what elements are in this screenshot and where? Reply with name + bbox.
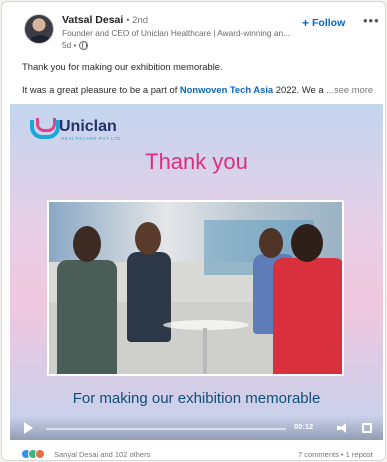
video-time: 00:12 — [294, 422, 314, 431]
love-icon — [35, 449, 45, 459]
plus-icon: + — [302, 16, 310, 30]
person-right-blue-head — [259, 228, 283, 258]
volume-icon[interactable] — [337, 423, 349, 433]
follow-label: Follow — [312, 17, 346, 29]
reaction-icons[interactable] — [21, 449, 45, 459]
author-name[interactable]: Vatsal Desai — [62, 14, 123, 26]
video-progress-bar[interactable] — [46, 428, 286, 430]
hashtag-link[interactable]: Nonwoven Tech Asia — [180, 84, 273, 95]
connection-degree: • 2nd — [126, 15, 149, 26]
post-card: Vatsal Desai • 2nd Founder and CEO of Un… — [1, 1, 386, 461]
table-leg — [203, 328, 207, 374]
person-left — [57, 260, 117, 374]
play-icon[interactable] — [24, 422, 33, 434]
post-time: 5d • — [62, 40, 89, 50]
author-avatar[interactable] — [24, 14, 54, 44]
globe-icon — [79, 40, 89, 50]
more-options-icon[interactable]: ••• — [363, 13, 380, 28]
video-controls: 00:12 — [10, 416, 383, 440]
reactions-count[interactable]: Sanyal Desai and 102 others — [54, 450, 150, 459]
fullscreen-icon[interactable] — [362, 423, 372, 433]
post-text-line1: Thank you for making our exhibition memo… — [22, 61, 223, 72]
video-headline: Thank you — [145, 149, 248, 174]
post-header: Vatsal Desai • 2nd Founder and CEO of Un… — [2, 2, 385, 58]
person-center — [127, 252, 171, 342]
person-center-head — [135, 222, 161, 255]
uniclan-logo-mark — [30, 118, 60, 139]
logo-text: Uniclan — [59, 118, 117, 135]
post-text-prefix: It was a great pleasure to be a part of — [22, 84, 180, 95]
see-more-link[interactable]: ...see more — [326, 84, 373, 95]
logo-subtext: HEALTHCARE PVT LTD — [61, 136, 122, 141]
post-video[interactable]: Uniclan HEALTHCARE PVT LTD Thank you For… — [10, 104, 383, 440]
exhibition-photo — [47, 200, 344, 376]
post-footer: Sanyal Desai and 102 others 7 comments •… — [2, 444, 385, 460]
post-text-suffix: 2022. We a — [273, 84, 324, 95]
post-text-line2: It was a great pleasure to be a part of … — [22, 84, 384, 95]
follow-button[interactable]: + Follow — [302, 15, 345, 31]
person-left-head — [73, 226, 101, 262]
video-tagline: For making our exhibition memorable — [72, 390, 321, 407]
author-subtitle: Founder and CEO of Uniclan Healthcare | … — [62, 28, 290, 38]
uniclan-logo: Uniclan HEALTHCARE PVT LTD — [30, 118, 121, 141]
author-name-line: Vatsal Desai • 2nd — [62, 14, 148, 26]
person-right-red-head — [291, 224, 323, 262]
person-right-red — [273, 258, 342, 374]
comments-reposts-count[interactable]: 7 comments • 1 repost — [298, 450, 373, 459]
post-time-text: 5d • — [62, 40, 77, 50]
